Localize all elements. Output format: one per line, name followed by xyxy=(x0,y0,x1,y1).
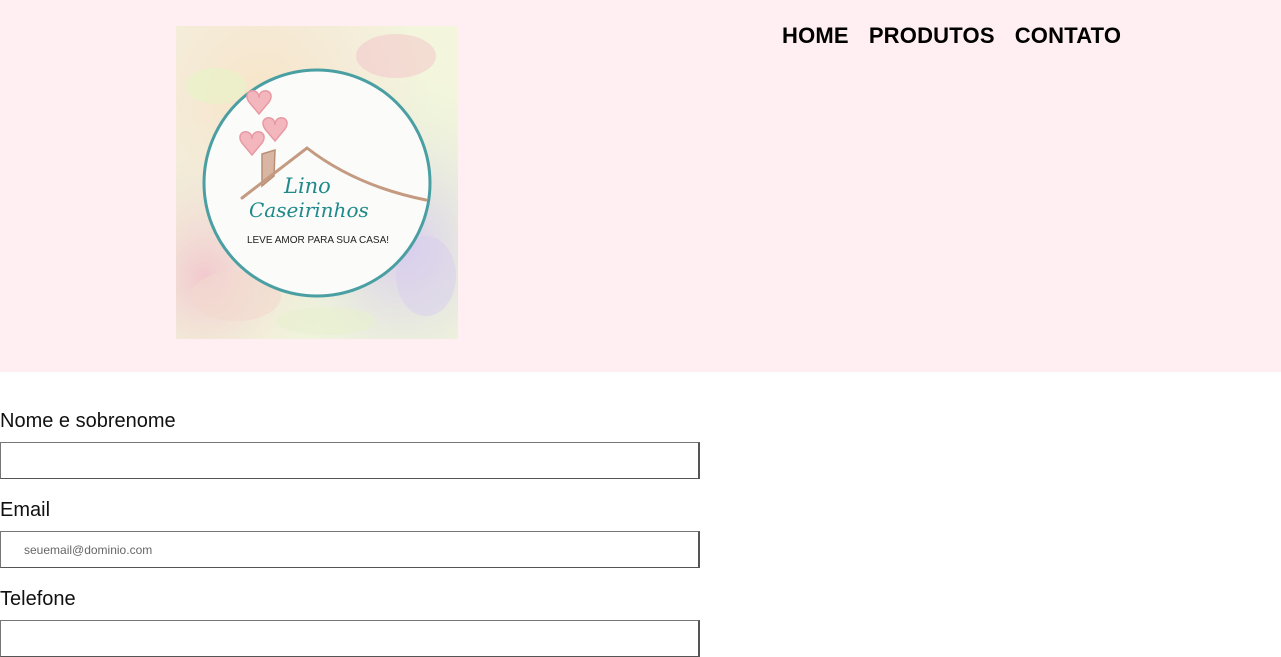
name-label: Nome e sobrenome xyxy=(0,410,176,432)
logo-brand-line1: Lino xyxy=(283,174,331,198)
email-label: Email xyxy=(0,499,51,521)
logo-brand-line2: Caseirinhos xyxy=(249,198,369,222)
phone-input[interactable] xyxy=(0,620,700,657)
logo-tagline: LEVE AMOR PARA SUA CASA! xyxy=(247,235,389,246)
site-header: Lino Caseirinhos LEVE AMOR PARA SUA CASA… xyxy=(0,0,1281,372)
nav-home-link[interactable]: HOME xyxy=(782,23,849,49)
brand-logo[interactable]: Lino Caseirinhos LEVE AMOR PARA SUA CASA… xyxy=(176,26,458,339)
nav-produtos-link[interactable]: PRODUTOS xyxy=(869,23,995,49)
email-input[interactable] xyxy=(0,531,700,568)
name-input[interactable] xyxy=(0,442,700,479)
phone-label: Telefone xyxy=(0,588,76,610)
main-nav: HOME PRODUTOS CONTATO xyxy=(782,23,1121,49)
nav-contato-link[interactable]: CONTATO xyxy=(1015,23,1122,49)
